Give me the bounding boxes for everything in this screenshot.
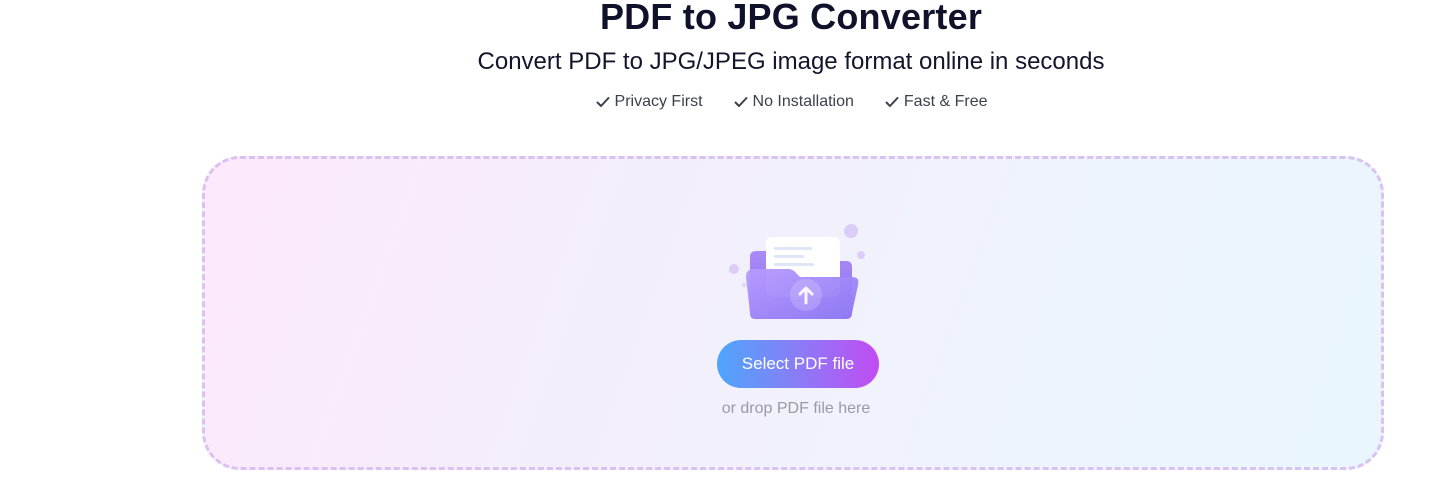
feature-label: No Installation (752, 93, 854, 110)
feature-label: Privacy First (614, 93, 703, 110)
select-pdf-button[interactable]: Select PDF file (717, 340, 879, 388)
page-subtitle: Convert PDF to JPG/JPEG image format onl… (477, 48, 1105, 75)
drop-hint: or drop PDF file here (721, 400, 871, 417)
feature-item-privacy: Privacy First (595, 91, 703, 113)
feature-item-installation: No Installation (733, 91, 854, 113)
check-icon (596, 97, 610, 107)
check-icon (885, 97, 899, 107)
converter-page: PDF to JPG Converter Convert PDF to JPG/… (0, 0, 1444, 502)
feature-label: Fast & Free (903, 93, 988, 110)
folder-upload-icon (729, 224, 865, 319)
file-dropzone[interactable]: Select PDF file or drop PDF file here (202, 156, 1384, 470)
page-title: PDF to JPG Converter (599, 0, 983, 37)
feature-list: Privacy First No Installation Fast & Fre… (0, 91, 1444, 113)
feature-item-fast-free: Fast & Free (884, 91, 988, 113)
check-icon (734, 97, 748, 107)
